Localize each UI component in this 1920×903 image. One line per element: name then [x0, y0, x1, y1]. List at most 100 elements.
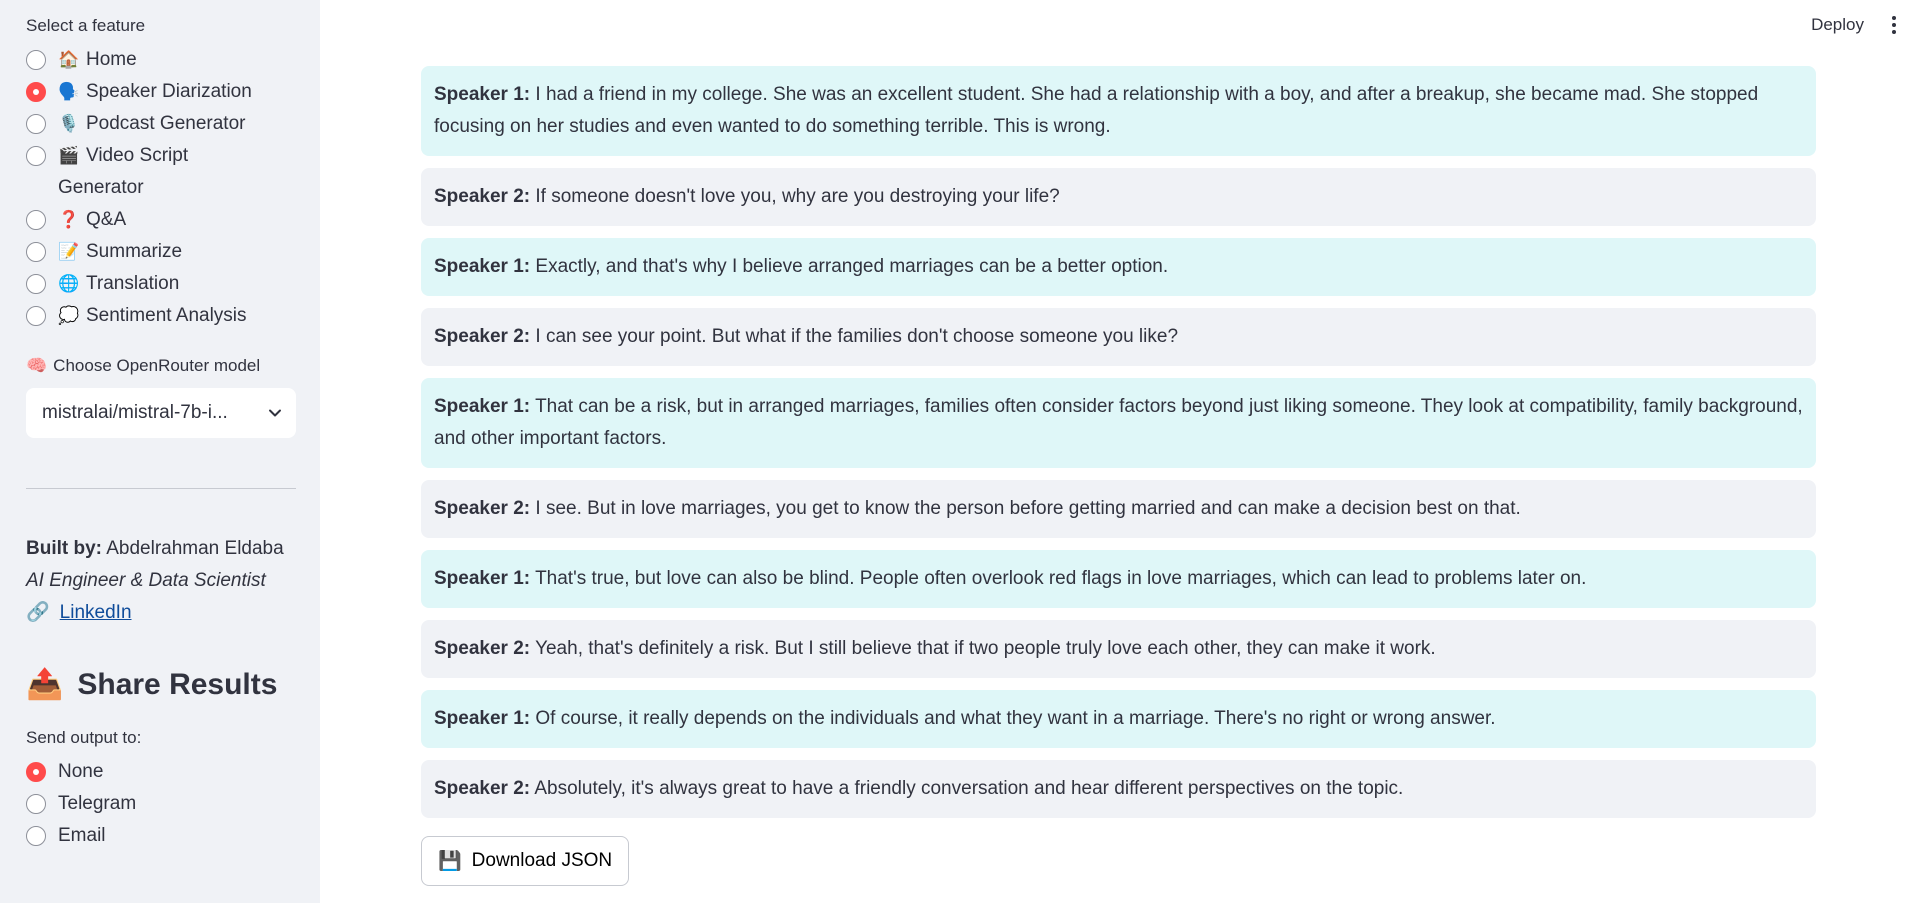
speaker-label: Speaker 1: — [434, 568, 531, 589]
speaker-2-message: Speaker 2: Yeah, that's definitely a ris… — [421, 620, 1816, 678]
speaker-2-message: Speaker 2: I can see your point. But wha… — [421, 308, 1816, 366]
message-text: Yeah, that's definitely a risk. But I st… — [535, 638, 1436, 659]
sidebar: Select a feature 🏠 Home 🗣️ Speaker Diariza… — [0, 0, 320, 903]
send-output-radio-group: None Telegram Email — [26, 756, 294, 852]
conversation-panel: Speaker 1: I had a friend in my college.… — [421, 66, 1816, 886]
author-role: AI Engineer & Data Scientist — [26, 570, 266, 591]
speaker-label: Speaker 1: — [434, 708, 531, 729]
feature-option-speaker-diarization[interactable]: 🗣️ Speaker Diarization — [26, 76, 294, 108]
speaker-1-message: Speaker 1: Of course, it really depends … — [421, 690, 1816, 748]
link-icon: 🔗 — [26, 602, 50, 623]
feature-option-label: Q&A — [86, 209, 127, 230]
author-info: Built by: Abdelrahman Eldaba AI Engineer… — [26, 533, 294, 629]
share-results-heading: 📤 Share Results — [26, 667, 294, 702]
speaker-2-message: Speaker 2: Absolutely, it's always great… — [421, 760, 1816, 818]
globe-icon: 🌐 — [58, 274, 80, 293]
speaker-1-message: Speaker 1: That's true, but love can als… — [421, 550, 1816, 608]
radio-button-selected[interactable] — [26, 82, 46, 102]
chevron-down-icon — [269, 409, 281, 417]
message-text: If someone doesn't love you, why are you… — [535, 186, 1060, 207]
feature-option-sentiment-analysis[interactable]: 💭 Sentiment Analysis — [26, 300, 294, 332]
send-option-label: None — [58, 761, 104, 782]
speaker-label: Speaker 1: — [434, 256, 531, 277]
outbox-tray-icon: 📤 — [26, 668, 64, 701]
thought-bubble-icon: 💭 — [58, 306, 80, 325]
message-text: Of course, it really depends on the indi… — [535, 708, 1496, 729]
memo-icon: 📝 — [58, 242, 80, 261]
feature-option-label: Home — [86, 49, 137, 70]
speaker-label: Speaker 2: — [434, 778, 531, 799]
microphone-icon: 🎙️ — [58, 114, 80, 133]
feature-option-home[interactable]: 🏠 Home — [26, 44, 294, 76]
feature-option-translation[interactable]: 🌐 Translation — [26, 268, 294, 300]
radio-button[interactable] — [26, 146, 46, 166]
message-text: Exactly, and that's why I believe arrang… — [535, 256, 1169, 277]
speaker-label: Speaker 1: — [434, 396, 531, 417]
download-json-button[interactable]: 💾 Download JSON — [421, 836, 630, 886]
feature-option-label: Speaker Diarization — [86, 81, 252, 102]
send-option-email[interactable]: Email — [26, 820, 294, 852]
model-select-value: mistralai/mistral-7b-i... — [42, 402, 228, 423]
feature-option-label: Sentiment Analysis — [86, 305, 247, 326]
message-text: I had a friend in my college. She was an… — [434, 84, 1759, 137]
app: Select a feature 🏠 Home 🗣️ Speaker Diariza… — [0, 0, 1920, 903]
built-by-label: Built by: — [26, 538, 102, 559]
linkedin-link[interactable]: LinkedIn — [60, 597, 132, 629]
sidebar-divider — [26, 488, 296, 489]
message-text: That can be a risk, but in arranged marr… — [434, 396, 1803, 449]
feature-option-summarize[interactable]: 📝 Summarize — [26, 236, 294, 268]
question-mark-icon: ❓ — [58, 210, 80, 229]
model-select-label: 🧠 Choose OpenRouter model — [26, 356, 294, 376]
feature-radio-group: 🏠 Home 🗣️ Speaker Diarization 🎙️ Podcast Ge… — [26, 44, 294, 332]
message-text: I see. But in love marriages, you get to… — [535, 498, 1521, 519]
radio-button[interactable] — [26, 274, 46, 294]
send-option-label: Email — [58, 825, 106, 846]
feature-option-qa[interactable]: ❓ Q&A — [26, 204, 294, 236]
send-output-label: Send output to: — [26, 728, 142, 747]
model-select-dropdown[interactable]: mistralai/mistral-7b-i... — [26, 388, 296, 438]
radio-button[interactable] — [26, 794, 46, 814]
radio-button[interactable] — [26, 242, 46, 262]
speaker-label: Speaker 2: — [434, 186, 531, 207]
feature-option-label: Podcast Generator — [86, 113, 246, 134]
feature-select-label: Select a feature — [26, 16, 146, 35]
message-text: Absolutely, it's always great to have a … — [534, 778, 1404, 799]
radio-button[interactable] — [26, 50, 46, 70]
radio-button[interactable] — [26, 826, 46, 846]
radio-button[interactable] — [26, 210, 46, 230]
brain-icon: 🧠 — [26, 356, 48, 375]
clapper-board-icon: 🎬 — [58, 146, 80, 165]
main-content: Deploy Speaker 1: I had a friend in my c… — [320, 0, 1920, 903]
share-results-title: Share Results — [77, 667, 278, 701]
deploy-button[interactable]: Deploy — [1811, 15, 1864, 35]
speaker-2-message: Speaker 2: If someone doesn't love you, … — [421, 168, 1816, 226]
speaker-label: Speaker 2: — [434, 326, 531, 347]
speaker-1-message: Speaker 1: Exactly, and that's why I bel… — [421, 238, 1816, 296]
floppy-disk-icon: 💾 — [438, 851, 462, 872]
feature-option-video-script-generator[interactable]: 🎬 Video Script Generator — [26, 140, 294, 204]
message-text: I can see your point. But what if the fa… — [535, 326, 1179, 347]
send-option-label: Telegram — [58, 793, 137, 814]
feature-option-label: Translation — [86, 273, 180, 294]
speaker-label: Speaker 2: — [434, 638, 531, 659]
speaker-1-message: Speaker 1: I had a friend in my college.… — [421, 66, 1816, 156]
model-select-label-text: Choose OpenRouter model — [53, 356, 261, 375]
radio-button[interactable] — [26, 306, 46, 326]
speaker-label: Speaker 2: — [434, 498, 531, 519]
speaker-label: Speaker 1: — [434, 84, 531, 105]
author-name: Abdelrahman Eldaba — [106, 538, 284, 559]
top-toolbar: Deploy — [1811, 14, 1902, 36]
speaker-2-message: Speaker 2: I see. But in love marriages,… — [421, 480, 1816, 538]
feature-option-podcast-generator[interactable]: 🎙️ Podcast Generator — [26, 108, 294, 140]
home-icon: 🏠 — [58, 50, 80, 69]
message-text: That's true, but love can also be blind.… — [535, 568, 1587, 589]
speaker-1-message: Speaker 1: That can be a risk, but in ar… — [421, 378, 1816, 468]
radio-button[interactable] — [26, 114, 46, 134]
send-option-none[interactable]: None — [26, 756, 294, 788]
feature-option-label: Summarize — [86, 241, 183, 262]
speaking-head-icon: 🗣️ — [58, 82, 80, 101]
download-json-label: Download JSON — [471, 850, 613, 871]
send-option-telegram[interactable]: Telegram — [26, 788, 294, 820]
radio-button-selected[interactable] — [26, 762, 46, 782]
more-options-icon[interactable] — [1886, 14, 1902, 36]
